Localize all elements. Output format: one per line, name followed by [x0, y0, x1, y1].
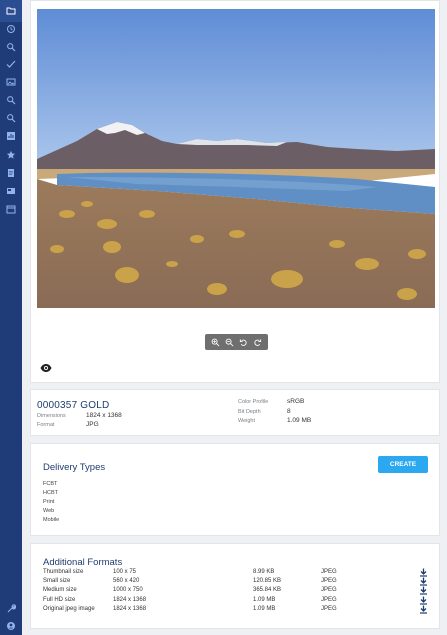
delivery-type-item: Web: [43, 508, 55, 514]
wrench-icon[interactable]: [5, 603, 17, 615]
format-label: Format: [37, 422, 55, 428]
download-icon[interactable]: [419, 568, 428, 577]
format-type: JPEG: [321, 587, 337, 593]
format-size: 120.85 KB: [253, 578, 282, 584]
sidebar: [0, 0, 22, 635]
format-size: 1.09 MB: [253, 606, 276, 612]
format-name: Medium size: [43, 587, 77, 593]
zoom-in-icon[interactable]: [209, 336, 221, 348]
image-viewer-card: [30, 0, 440, 383]
preview-image: [37, 9, 435, 308]
download-icon[interactable]: [419, 586, 428, 595]
delivery-type-item: Print: [43, 499, 55, 505]
format-size: 8.99 KB: [253, 569, 275, 575]
format-name: Full HD size: [43, 597, 76, 603]
format-dims: 1000 x 750: [113, 587, 143, 593]
delivery-types-card: Delivery Types CREATE FCBT HCBT Print We…: [30, 443, 440, 536]
search-icon[interactable]: [5, 112, 17, 124]
format-row: Thumbnail size 100 x 75 8.99 KB JPEG: [43, 568, 433, 578]
format-value: JPG: [86, 421, 99, 428]
weight-label: Weight: [238, 418, 256, 424]
format-dims: 1824 x 1368: [113, 597, 147, 603]
format-dims: 100 x 75: [113, 569, 137, 575]
format-size: 1.09 MB: [253, 597, 276, 603]
rotate-left-icon[interactable]: [238, 336, 250, 348]
format-type: JPEG: [321, 606, 337, 612]
delivery-type-item: Mobile: [43, 517, 60, 523]
delivery-type-item: HCBT: [43, 490, 58, 496]
check-icon[interactable]: [5, 58, 17, 70]
format-name: Thumbnail size: [43, 569, 84, 575]
format-dims: 560 x 420: [113, 578, 140, 584]
image-icon[interactable]: [5, 76, 17, 88]
format-type: JPEG: [321, 569, 337, 575]
calendar-icon[interactable]: [5, 203, 17, 215]
additional-formats-title: Additional Formats: [43, 557, 123, 568]
rotate-right-icon[interactable]: [252, 336, 264, 348]
folder-icon[interactable]: [5, 5, 17, 17]
chart-icon[interactable]: [5, 130, 17, 142]
format-row: Full HD size 1824 x 1368 1.09 MB JPEG: [43, 596, 433, 606]
document-icon[interactable]: [5, 167, 17, 179]
weight-value: 1.09 MB: [287, 417, 312, 424]
format-size: 365.84 KB: [253, 587, 282, 593]
format-type: JPEG: [321, 578, 337, 584]
download-icon[interactable]: [419, 596, 428, 605]
bit-depth-label: Bit Depth: [238, 409, 261, 415]
download-icon[interactable]: [419, 577, 428, 586]
asset-info-card: 0000357 GOLD Dimensions 1824 x 1368 Form…: [30, 389, 440, 436]
delivery-types-title: Delivery Types: [43, 462, 106, 473]
additional-formats-card: Additional Formats Thumbnail size 100 x …: [30, 543, 440, 629]
format-dims: 1824 x 1368: [113, 606, 147, 612]
image-toolbar: [205, 334, 268, 350]
dimensions-value: 1824 x 1368: [86, 412, 122, 419]
download-icon[interactable]: [419, 605, 428, 614]
zoom-out-icon[interactable]: [223, 336, 235, 348]
history-icon[interactable]: [5, 23, 17, 35]
color-profile-value: sRGB: [287, 398, 305, 405]
user-icon[interactable]: [5, 620, 17, 632]
tag-icon[interactable]: [5, 185, 17, 197]
color-profile-label: Color Profile: [238, 399, 269, 405]
bit-depth-value: 8: [287, 408, 291, 415]
star-icon[interactable]: [5, 149, 17, 161]
format-row: Medium size 1000 x 750 365.84 KB JPEG: [43, 586, 433, 596]
format-row: Original jpeg image 1824 x 1368 1.09 MB …: [43, 605, 433, 615]
format-type: JPEG: [321, 597, 337, 603]
format-name: Original jpeg image: [43, 606, 95, 612]
search-icon[interactable]: [5, 94, 17, 106]
asset-title: 0000357 GOLD: [37, 400, 110, 411]
format-name: Small size: [43, 578, 71, 584]
create-button[interactable]: CREATE: [378, 456, 428, 473]
search-icon[interactable]: [5, 41, 17, 53]
dimensions-label: Dimensions: [37, 413, 66, 419]
eye-icon[interactable]: [40, 360, 52, 372]
delivery-type-item: FCBT: [43, 481, 58, 487]
format-row: Small size 560 x 420 120.85 KB JPEG: [43, 577, 433, 587]
